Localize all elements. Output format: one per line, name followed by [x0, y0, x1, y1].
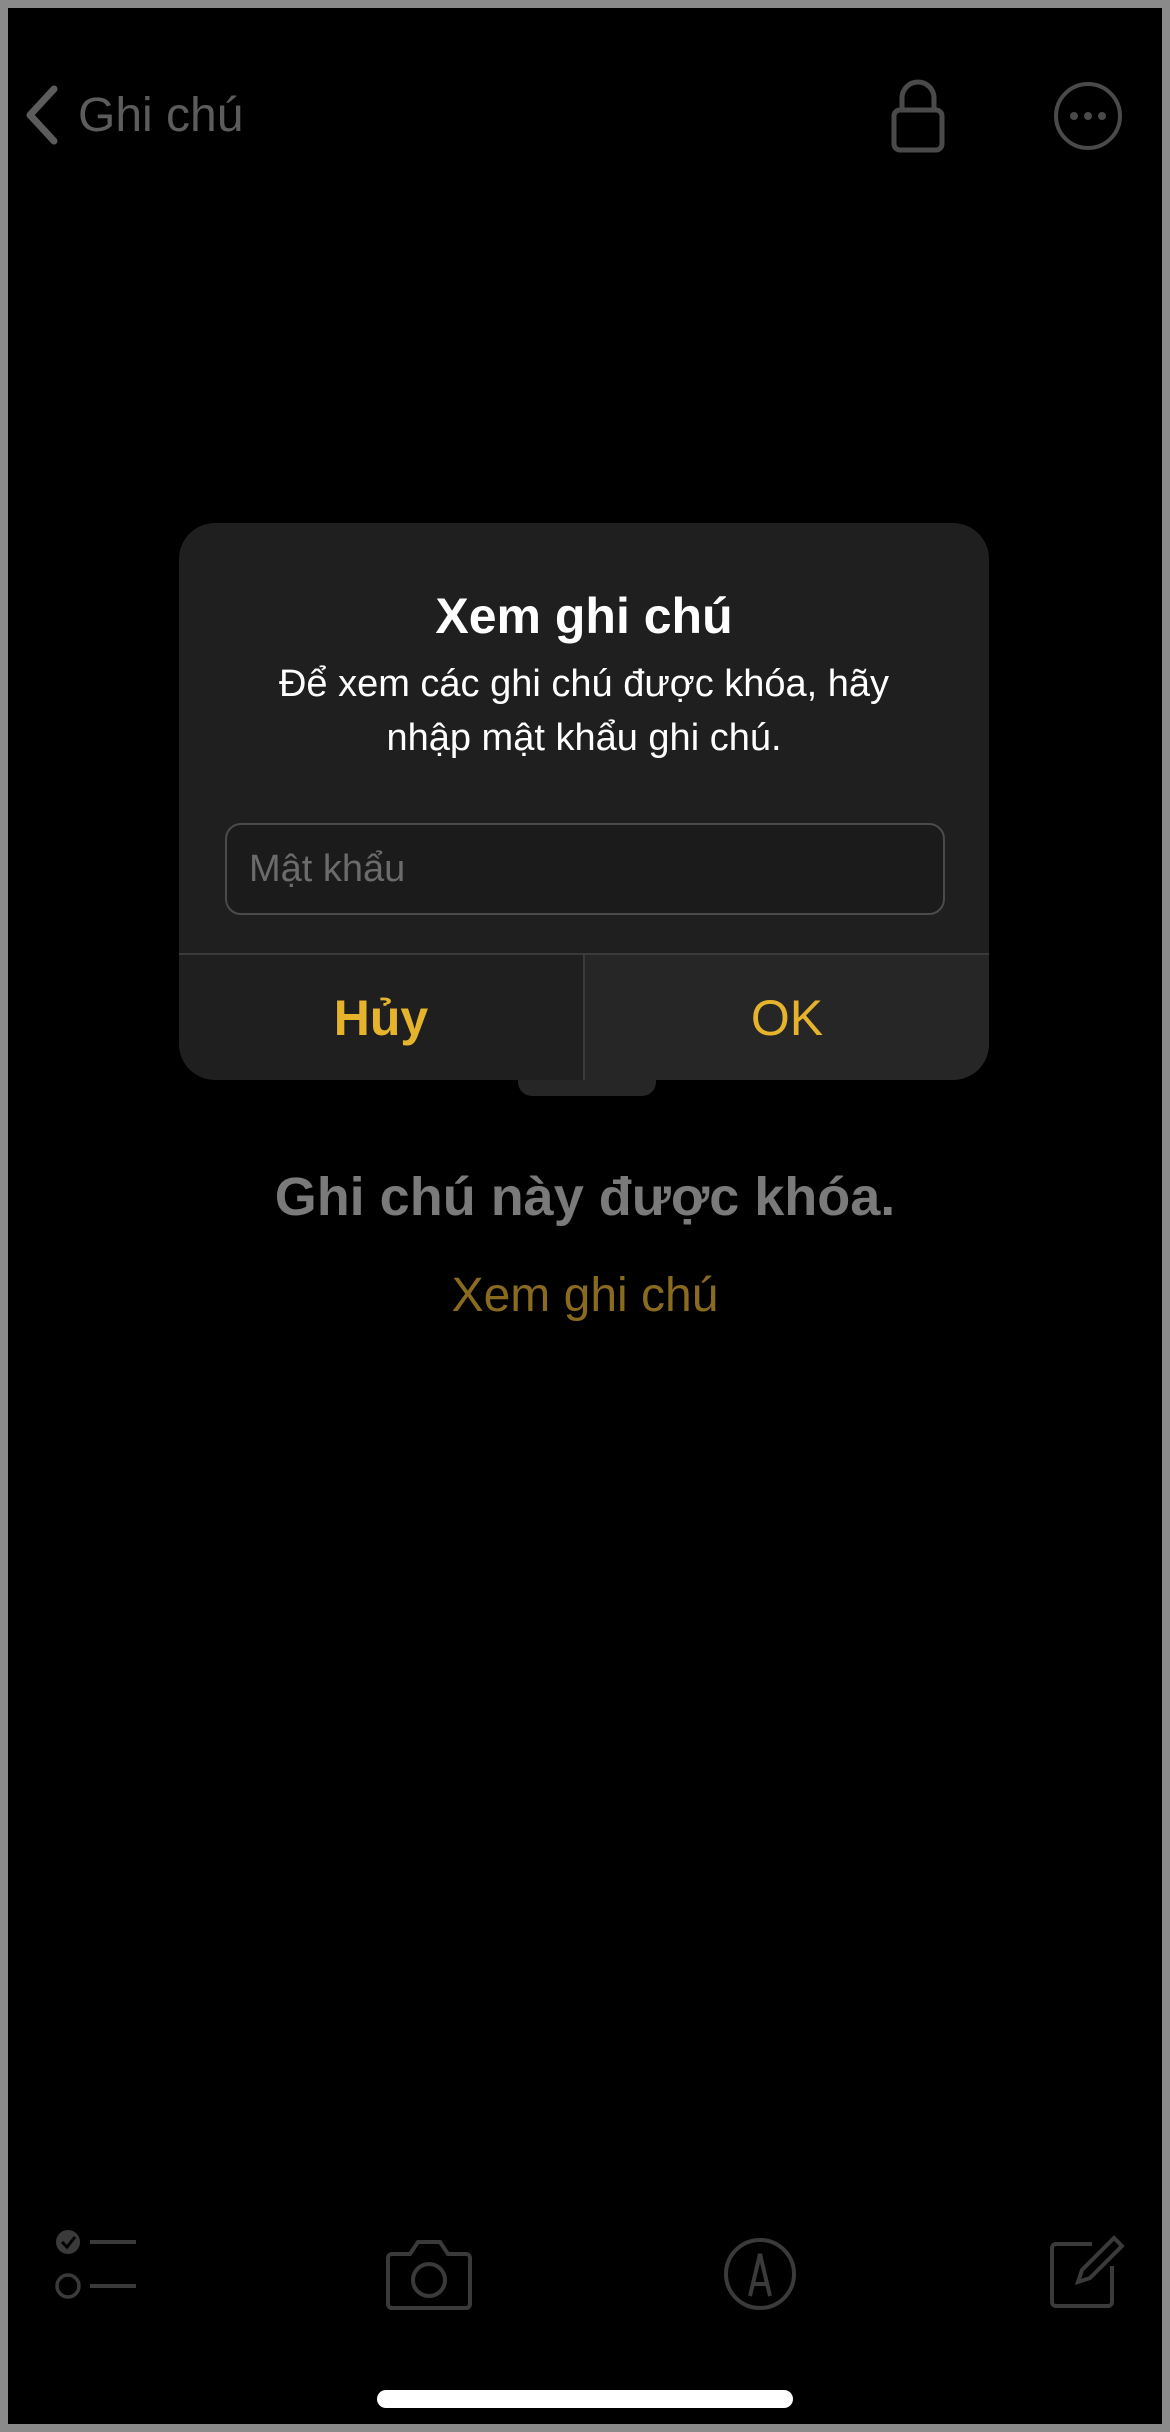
locked-note-title: Ghi chú này được khóa.	[274, 1167, 896, 1227]
cancel-button[interactable]: Hủy	[179, 955, 583, 1080]
home-indicator[interactable]	[377, 2390, 793, 2408]
markup-pen-icon[interactable]	[722, 2236, 798, 2312]
chevron-left-icon	[26, 85, 58, 145]
ok-button[interactable]: OK	[585, 955, 989, 1080]
screen: Ghi chú Ghi chú này được khóa. Xem ghi c…	[8, 8, 1162, 2424]
alert-title: Xem ghi chú	[435, 588, 733, 644]
checklist-icon[interactable]	[54, 2228, 138, 2312]
back-label: Ghi chú	[78, 88, 244, 142]
lock-icon[interactable]	[890, 78, 946, 154]
back-button[interactable]: Ghi chú	[22, 70, 243, 160]
camera-icon[interactable]	[386, 2234, 472, 2312]
password-input[interactable]	[225, 823, 945, 915]
password-alert: Xem ghi chú Để xem các ghi chú được khóa…	[179, 523, 989, 1080]
alert-message: Để xem các ghi chú được khóa, hãy nhập m…	[278, 663, 890, 759]
ellipsis-circle-icon[interactable]	[1052, 80, 1124, 152]
compose-icon[interactable]	[1048, 2230, 1124, 2310]
view-note-link[interactable]: Xem ghi chú	[8, 1268, 1162, 1323]
